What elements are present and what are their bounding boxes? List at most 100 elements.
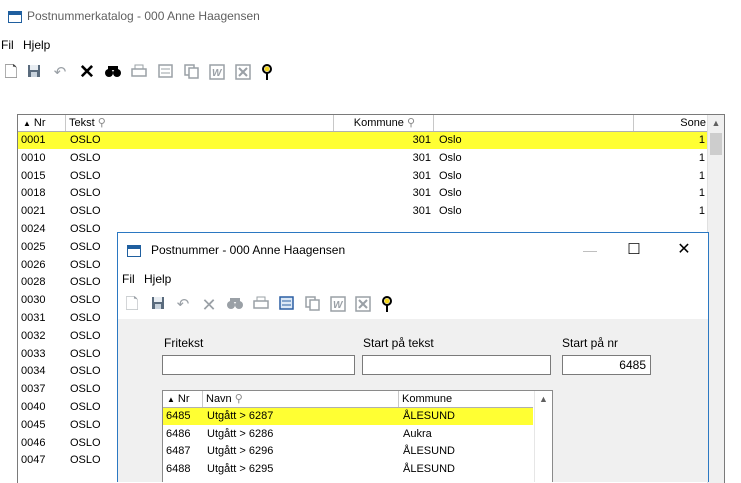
excel-icon[interactable] xyxy=(234,64,252,82)
undo-icon[interactable]: ↶ xyxy=(51,64,69,82)
cell-sone: 1 xyxy=(698,134,705,146)
start-tekst-label: Start på tekst xyxy=(363,336,434,350)
cell-nr: 0018 xyxy=(21,187,46,200)
cell-kommune: 301 xyxy=(412,169,431,182)
postnummer-dialog: Postnummer - 000 Anne Haagensen — ☐ ✕ Fi… xyxy=(117,232,709,482)
cell-nr: 0028 xyxy=(21,276,46,289)
start-nr-label: Start på nr xyxy=(562,336,619,350)
cell-nr: 0047 xyxy=(21,454,46,467)
excel-icon[interactable] xyxy=(354,296,372,314)
menu-fil[interactable]: Fil xyxy=(122,272,135,286)
new-icon[interactable]: 🗋 xyxy=(2,64,20,82)
sort-icon: ▲ xyxy=(167,395,175,404)
col-header-tekst[interactable]: Tekst ⚲ xyxy=(66,115,334,131)
col-header-kommune[interactable]: Kommune ⚲ xyxy=(334,115,434,131)
cell-kommune: Aukra xyxy=(403,427,432,440)
search-icon: ⚲ xyxy=(234,393,243,405)
cell-navn: Utgått > 6287 xyxy=(207,410,274,422)
title-bar: Postnummerkatalog - 000 Anne Haagensen xyxy=(0,0,741,30)
save-icon[interactable] xyxy=(149,296,167,314)
table-row[interactable]: 0010 OSLO 301 Oslo 1 xyxy=(18,150,708,167)
list-icon[interactable] xyxy=(277,296,295,314)
undo-icon[interactable]: ↶ xyxy=(174,296,192,314)
cell-nr: 0034 xyxy=(21,365,46,378)
cell-kommune: ÅLESUND xyxy=(403,445,455,457)
cell-kommune: 301 xyxy=(412,151,431,164)
copy-icon[interactable] xyxy=(303,296,321,314)
dialog-menu-bar: Fil Hjelp xyxy=(118,267,708,292)
table-row[interactable]: 6487 Utgått > 6296 ÅLESUND xyxy=(163,443,533,460)
cell-tekst: OSLO xyxy=(70,169,101,182)
cell-navn: Oslo xyxy=(439,151,462,164)
toolbar: 🗋 ↶ ✕ W xyxy=(0,62,741,86)
col-header-sone[interactable]: Sone xyxy=(634,115,710,131)
cell-tekst: OSLO xyxy=(70,134,101,146)
cell-navn: Utgått > 6295 xyxy=(207,462,274,475)
cell-nr: 0024 xyxy=(21,223,46,235)
table-row[interactable]: 6486 Utgått > 6286 Aukra xyxy=(163,426,533,443)
word-icon[interactable]: W xyxy=(329,296,347,314)
cell-nr: 6487 xyxy=(166,445,191,457)
vertical-scrollbar[interactable]: ▲ xyxy=(707,115,724,483)
app-icon xyxy=(8,11,22,23)
scroll-up-icon[interactable]: ▲ xyxy=(535,391,552,407)
scroll-thumb[interactable] xyxy=(710,133,722,155)
table-row[interactable]: 6485 Utgått > 6287 ÅLESUND xyxy=(163,408,533,425)
word-icon[interactable]: W xyxy=(208,64,226,82)
cell-nr: 0010 xyxy=(21,151,46,164)
cell-nr: 0037 xyxy=(21,383,46,396)
scroll-up-icon[interactable]: ▲ xyxy=(708,115,724,131)
search-icon: ⚲ xyxy=(406,117,415,129)
find-icon[interactable] xyxy=(226,296,244,314)
delete-icon[interactable]: ✕ xyxy=(200,296,218,314)
table-row[interactable]: 0018 OSLO 301 Oslo 1 xyxy=(18,185,708,202)
maximize-button[interactable]: ☐ xyxy=(614,239,654,261)
fritekst-input[interactable] xyxy=(162,355,355,375)
table-row[interactable]: 0001 OSLO 301 Oslo 1 xyxy=(18,132,708,149)
table-row[interactable]: 0015 OSLO 301 Oslo 1 xyxy=(18,168,708,185)
close-button[interactable]: ✕ xyxy=(664,239,704,261)
grid-header: ▲ Nr Navn ⚲ Kommune xyxy=(163,391,533,408)
start-tekst-input[interactable] xyxy=(362,355,551,375)
app-icon xyxy=(127,245,141,257)
menu-fil[interactable]: Fil xyxy=(1,38,14,52)
start-nr-input[interactable]: 6485 xyxy=(562,355,651,375)
cell-nr: 0015 xyxy=(21,169,46,182)
cell-tekst: OSLO xyxy=(70,151,101,164)
vertical-scrollbar[interactable]: ▲ xyxy=(534,391,552,482)
cell-kommune: 301 xyxy=(412,205,431,218)
minimize-button[interactable]: — xyxy=(570,239,610,261)
copy-icon[interactable] xyxy=(182,64,200,82)
help-icon[interactable] xyxy=(258,64,276,82)
cell-navn: Utgått > 6296 xyxy=(207,445,274,457)
menu-hjelp[interactable]: Hjelp xyxy=(144,272,171,286)
find-icon[interactable] xyxy=(104,64,122,82)
new-icon[interactable]: 🗋 xyxy=(123,296,141,314)
col-header-kommune-name[interactable] xyxy=(434,115,634,131)
print-icon[interactable] xyxy=(252,296,270,314)
cell-navn: Oslo xyxy=(439,134,462,146)
list-icon[interactable] xyxy=(156,64,174,82)
col-header-navn[interactable]: Navn ⚲ xyxy=(203,391,399,407)
cell-kommune: 301 xyxy=(412,187,431,200)
delete-icon[interactable]: ✕ xyxy=(78,63,96,82)
cell-nr: 0026 xyxy=(21,258,46,271)
table-row[interactable]: 0021 OSLO 301 Oslo 1 xyxy=(18,203,708,220)
dialog-toolbar: 🗋 ↶ ✕ W xyxy=(118,291,708,319)
table-row[interactable]: 6488 Utgått > 6295 ÅLESUND xyxy=(163,461,533,478)
cell-sone: 1 xyxy=(698,169,705,182)
col-header-nr[interactable]: ▲ Nr xyxy=(18,115,66,131)
svg-text:W: W xyxy=(212,68,223,79)
col-header-kommune[interactable]: Kommune xyxy=(399,391,533,407)
col-header-nr[interactable]: ▲ Nr xyxy=(163,391,203,407)
cell-sone: 1 xyxy=(698,205,705,218)
dialog-title-bar: Postnummer - 000 Anne Haagensen — ☐ ✕ xyxy=(118,233,708,267)
menu-hjelp[interactable]: Hjelp xyxy=(23,38,50,52)
fritekst-label: Fritekst xyxy=(164,336,204,350)
cell-nr: 0040 xyxy=(21,401,46,413)
cell-navn: Utgått > 6286 xyxy=(207,427,274,440)
cell-nr: 0030 xyxy=(21,294,46,307)
print-icon[interactable] xyxy=(130,64,148,82)
save-icon[interactable] xyxy=(25,64,43,82)
help-icon[interactable] xyxy=(378,296,396,314)
